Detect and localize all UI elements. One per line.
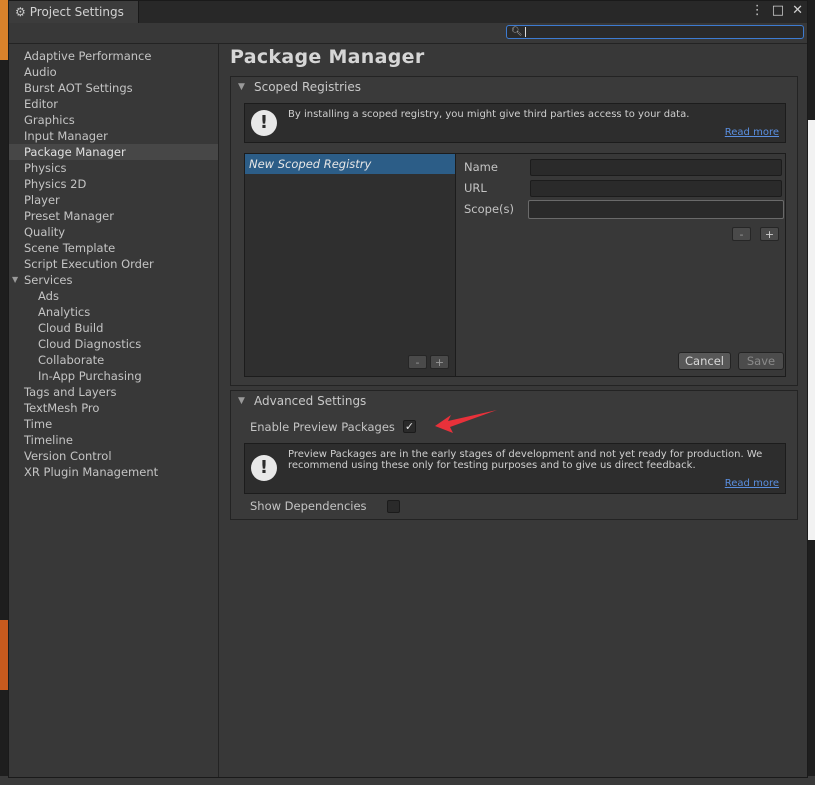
sidebar-item-audio[interactable]: Audio [9, 64, 218, 80]
scoped-registry-editor: New Scoped Registry - + Name URL Scope(s… [244, 153, 786, 377]
scopes-label: Scope(s) [464, 202, 514, 216]
sidebar-item-ads[interactable]: Ads [9, 288, 218, 304]
name-field[interactable] [530, 159, 782, 176]
url-label: URL [464, 181, 487, 195]
enable-preview-packages-label: Enable Preview Packages [250, 420, 395, 434]
scoped-registries-section: ▼ Scoped Registries ! By installing a sc… [230, 76, 798, 386]
name-label: Name [464, 160, 498, 174]
scopes-field[interactable] [528, 200, 784, 219]
sidebar-item-timeline[interactable]: Timeline [9, 432, 218, 448]
info-text: Preview Packages are in the early stages… [288, 449, 763, 471]
sidebar-item-adaptive-performance[interactable]: Adaptive Performance [9, 48, 218, 64]
sidebar-item-graphics[interactable]: Graphics [9, 112, 218, 128]
warning-text: By installing a scoped registry, you mig… [288, 109, 690, 120]
scoped-registry-warning: ! By installing a scoped registry, you m… [244, 103, 786, 143]
kebab-menu-icon[interactable]: ⋮ [751, 3, 764, 18]
sidebar-item-in-app-purchasing[interactable]: In-App Purchasing [9, 368, 218, 384]
fold-triangle-icon[interactable]: ▼ [238, 391, 245, 411]
sidebar-item-services[interactable]: ▼ Services [9, 272, 218, 288]
registry-details: Name URL Scope(s) - + Cancel Save [456, 154, 785, 376]
gear-icon: ⚙ [15, 5, 26, 19]
sidebar-item-tags-and-layers[interactable]: Tags and Layers [9, 384, 218, 400]
sidebar-item-input-manager[interactable]: Input Manager [9, 128, 218, 144]
sidebar-item-quality[interactable]: Quality [9, 224, 218, 240]
section-title: Scoped Registries [254, 80, 361, 94]
save-button[interactable]: Save [738, 352, 784, 370]
search-icon: 🔍︎ [511, 27, 523, 37]
registry-list-item[interactable]: New Scoped Registry [245, 154, 455, 174]
remove-scope-button[interactable]: - [732, 227, 751, 241]
sidebar-item-cloud-diagnostics[interactable]: Cloud Diagnostics [9, 336, 218, 352]
fold-triangle-icon[interactable]: ▼ [12, 272, 18, 288]
add-scope-button[interactable]: + [760, 227, 779, 241]
sidebar-item-physics[interactable]: Physics [9, 160, 218, 176]
sidebar-item-xr-plugin-management[interactable]: XR Plugin Management [9, 464, 218, 480]
cancel-button[interactable]: Cancel [678, 352, 731, 370]
sidebar-item-time[interactable]: Time [9, 416, 218, 432]
registry-list: New Scoped Registry - + [245, 154, 456, 376]
url-field[interactable] [530, 180, 782, 197]
text-caret [525, 27, 527, 37]
toolbar: 🔍︎ [9, 23, 807, 44]
project-settings-window: ⚙ Project Settings ⋮ □ ✕ 🔍︎ Adaptive Per… [8, 0, 808, 778]
advanced-settings-header[interactable]: ▼ Advanced Settings [231, 391, 797, 411]
sidebar-item-script-execution-order[interactable]: Script Execution Order [9, 256, 218, 272]
sidebar-item-physics-2d[interactable]: Physics 2D [9, 176, 218, 192]
sidebar-item-collaborate[interactable]: Collaborate [9, 352, 218, 368]
sidebar-item-package-manager[interactable]: Package Manager [9, 144, 218, 160]
scoped-registries-header[interactable]: ▼ Scoped Registries [231, 77, 797, 97]
sidebar-item-player[interactable]: Player [9, 192, 218, 208]
sidebar-item-label: Services [24, 273, 73, 287]
checkmark-icon: ✓ [404, 420, 415, 433]
close-icon[interactable]: ✕ [792, 3, 803, 18]
remove-registry-button[interactable]: - [408, 355, 427, 369]
section-title: Advanced Settings [254, 394, 367, 408]
preview-packages-info: ! Preview Packages are in the early stag… [244, 443, 786, 494]
sidebar-item-editor[interactable]: Editor [9, 96, 218, 112]
sidebar-item-scene-template[interactable]: Scene Template [9, 240, 218, 256]
read-more-link[interactable]: Read more [725, 478, 779, 489]
show-dependencies-checkbox[interactable] [387, 500, 400, 513]
title-bar: ⚙ Project Settings ⋮ □ ✕ [9, 1, 807, 24]
sidebar-item-burst-aot-settings[interactable]: Burst AOT Settings [9, 80, 218, 96]
enable-preview-packages-checkbox[interactable]: ✓ [403, 420, 416, 433]
advanced-settings-section: ▼ Advanced Settings Enable Preview Packa… [230, 390, 798, 520]
tab-title: Project Settings [29, 5, 124, 19]
sidebar-item-preset-manager[interactable]: Preset Manager [9, 208, 218, 224]
warning-exclamation-icon: ! [251, 110, 277, 136]
sidebar-item-textmesh-pro[interactable]: TextMesh Pro [9, 400, 218, 416]
maximize-icon[interactable]: □ [772, 3, 784, 18]
add-registry-button[interactable]: + [430, 355, 449, 369]
read-more-link[interactable]: Read more [725, 127, 779, 138]
show-dependencies-label: Show Dependencies [250, 499, 367, 513]
sidebar-item-analytics[interactable]: Analytics [9, 304, 218, 320]
settings-sidebar: Adaptive Performance Audio Burst AOT Set… [9, 44, 219, 777]
settings-content: Package Manager ▼ Scoped Registries ! By… [223, 44, 807, 777]
annotation-arrow-icon [435, 410, 497, 433]
warning-exclamation-icon: ! [251, 455, 277, 481]
search-input[interactable]: 🔍︎ [506, 25, 804, 39]
tab-project-settings[interactable]: ⚙ Project Settings [9, 1, 139, 23]
fold-triangle-icon[interactable]: ▼ [238, 77, 245, 97]
sidebar-item-version-control[interactable]: Version Control [9, 448, 218, 464]
sidebar-item-cloud-build[interactable]: Cloud Build [9, 320, 218, 336]
page-title: Package Manager [230, 46, 425, 68]
